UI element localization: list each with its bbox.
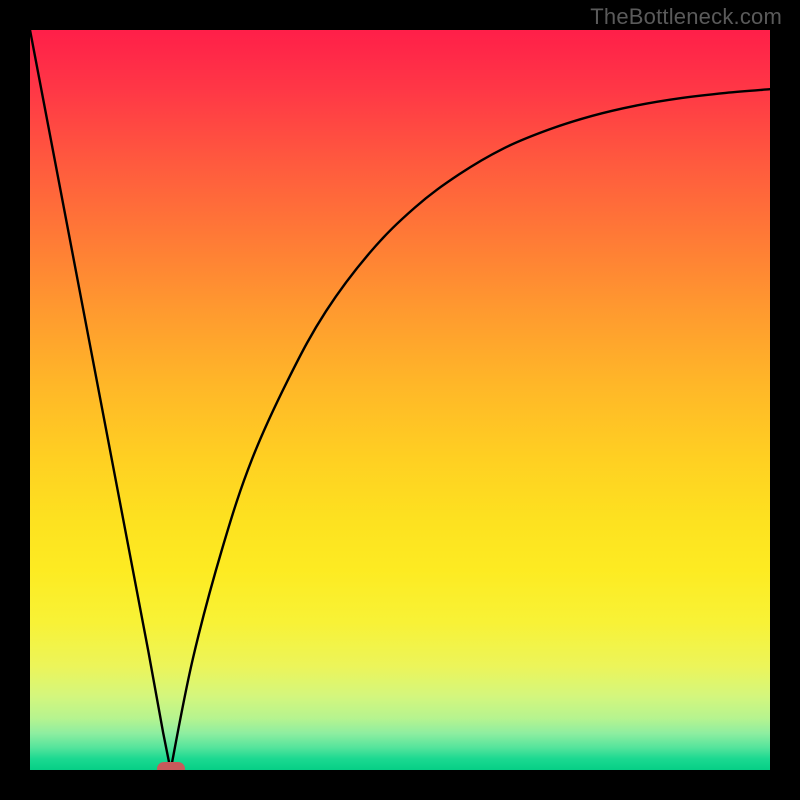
watermark-text: TheBottleneck.com [590, 4, 782, 30]
bottleneck-curve [30, 30, 770, 770]
chart-frame: TheBottleneck.com [0, 0, 800, 800]
curve-svg [30, 30, 770, 770]
plot-area [30, 30, 770, 770]
vertex-marker [157, 762, 185, 770]
